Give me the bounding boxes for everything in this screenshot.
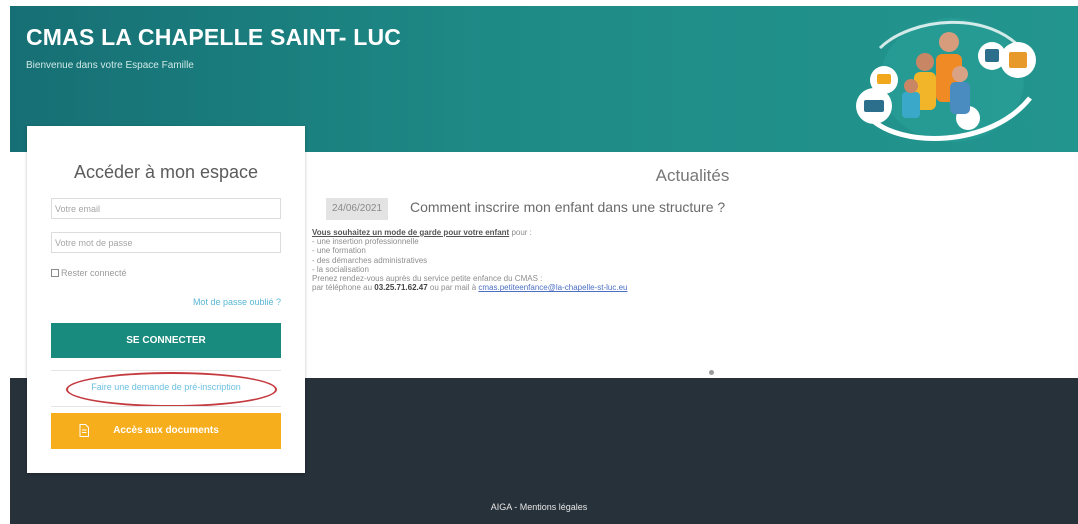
news-contact-details: par téléphone au 03.25.71.62.47 ou par m… — [312, 283, 627, 292]
news-intro-bold: Vous souhaitez un mode de garde pour vot… — [312, 228, 510, 237]
news-headline: Comment inscrire mon enfant dans une str… — [410, 199, 726, 215]
login-card: Accéder à mon espace Rester connecté Mot… — [27, 126, 305, 473]
app-title: CMAS LA CHAPELLE SAINT- LUC — [26, 24, 402, 50]
footer-links[interactable]: AIGA - Mentions légales — [0, 502, 1078, 512]
phone-number: 03.25.71.62.47 — [374, 283, 428, 293]
login-title: Accéder à mon espace — [73, 162, 259, 182]
news-item: - une formation — [312, 246, 366, 256]
app-window: CMAS LA CHAPELLE SAINT- LUC Bienvenue da… — [10, 6, 1078, 524]
forgot-password-link[interactable]: Mot de passe oublié ? — [193, 297, 281, 307]
divider — [51, 370, 281, 371]
email-link[interactable]: cmas.petiteenfance@la-chapelle-st-luc.eu — [478, 283, 627, 292]
documents-label: Accès aux documents — [113, 425, 219, 436]
documents-button[interactable]: Accès aux documents — [51, 413, 281, 449]
phone-prefix: par téléphone au — [312, 283, 375, 293]
carousel-dot[interactable] — [709, 370, 714, 375]
news-intro: Vous souhaitez un mode de garde pour vot… — [312, 228, 627, 237]
family-illustration — [856, 18, 1036, 142]
news-section-title: Actualités — [655, 166, 730, 185]
news-item: - la socialisation — [312, 264, 369, 274]
email-field[interactable] — [51, 198, 281, 219]
news-item: - des démarches administratives — [312, 255, 428, 265]
password-field[interactable] — [51, 232, 281, 253]
news-body: Vous souhaitez un mode de garde pour vot… — [312, 228, 627, 292]
app-subtitle: Bienvenue dans votre Espace Famille — [26, 60, 194, 71]
annotation-ellipse — [66, 372, 277, 407]
news-date-badge: 24/06/2021 — [326, 198, 388, 220]
remember-checkbox[interactable] — [51, 269, 59, 277]
mail-prefix: ou par mail à — [427, 283, 479, 293]
remember-label: Rester connecté — [61, 268, 127, 278]
news-contact-line: Prenez rendez-vous auprès du service pet… — [312, 274, 543, 284]
remember-me[interactable]: Rester connecté — [51, 268, 127, 278]
news-item: - une insertion professionnelle — [312, 237, 419, 247]
document-icon — [79, 424, 89, 437]
login-button[interactable]: SE CONNECTER — [51, 323, 281, 358]
divider — [51, 406, 281, 407]
news-intro-rest: pour : — [509, 228, 532, 237]
